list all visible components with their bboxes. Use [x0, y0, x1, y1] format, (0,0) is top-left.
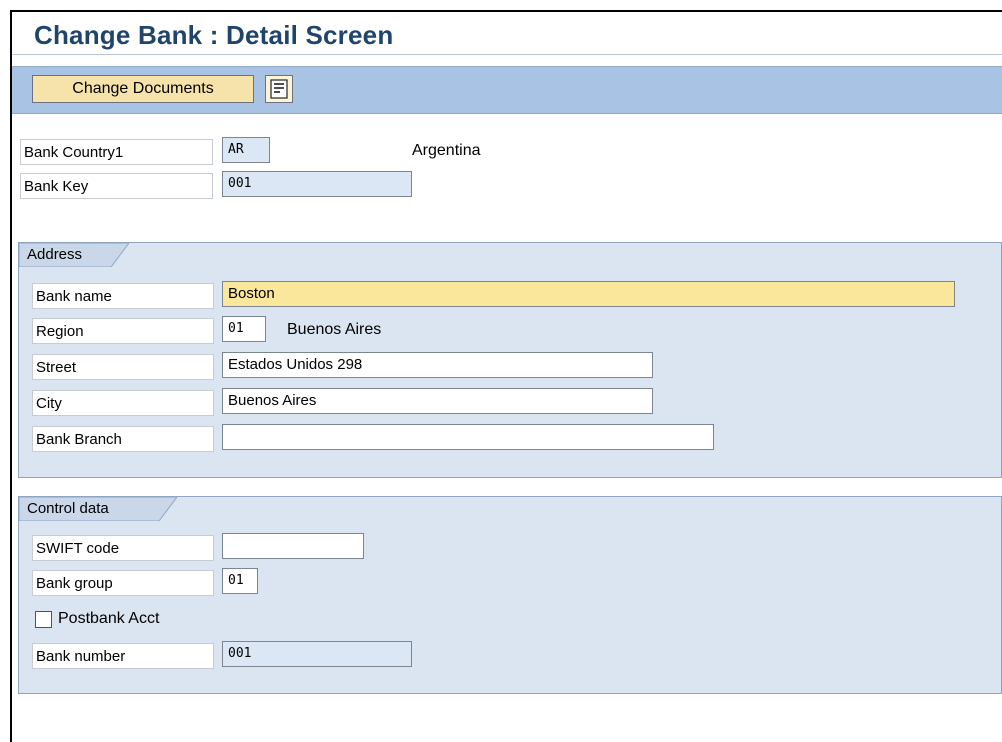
swift-code-label: SWIFT code	[32, 535, 214, 561]
region-field[interactable]: 01	[222, 316, 266, 342]
address-group-tab: Address	[19, 243, 129, 267]
postbank-acct-checkbox[interactable]	[35, 611, 52, 628]
postbank-acct-label: Postbank Acct	[58, 610, 160, 627]
swift-code-field[interactable]	[222, 533, 364, 559]
bank-number-field[interactable]: 001	[222, 641, 412, 667]
street-label: Street	[32, 354, 214, 380]
page-title: Change Bank : Detail Screen	[34, 20, 394, 50]
city-field[interactable]: Buenos Aires	[222, 388, 653, 414]
change-documents-button[interactable]: Change Documents	[32, 75, 254, 103]
bank-country-text: Argentina	[412, 142, 481, 159]
detail-list-icon[interactable]	[265, 75, 293, 103]
bank-key-field[interactable]: 001	[222, 171, 412, 197]
city-label: City	[32, 390, 214, 416]
address-group-title: Address	[27, 246, 83, 263]
bank-group-field[interactable]: 01	[222, 568, 258, 594]
region-text: Buenos Aires	[287, 321, 382, 338]
control-data-group-title: Control data	[27, 500, 109, 517]
bank-name-label: Bank name	[32, 283, 214, 309]
bank-branch-label: Bank Branch	[32, 426, 214, 452]
bank-country-field[interactable]: AR	[222, 137, 270, 163]
application-toolbar: Change Documents	[12, 66, 1002, 114]
control-data-group-tab: Control data	[19, 497, 177, 521]
bank-country-label: Bank Country1	[20, 139, 213, 165]
bank-name-field[interactable]: Boston	[222, 281, 955, 307]
bank-number-label: Bank number	[32, 643, 214, 669]
region-label: Region	[32, 318, 214, 344]
street-field[interactable]: Estados Unidos 298	[222, 352, 653, 378]
title-bar: Change Bank : Detail Screen	[12, 12, 1002, 55]
bank-group-label: Bank group	[32, 570, 214, 596]
bank-key-label: Bank Key	[20, 173, 213, 199]
bank-branch-field[interactable]	[222, 424, 714, 450]
